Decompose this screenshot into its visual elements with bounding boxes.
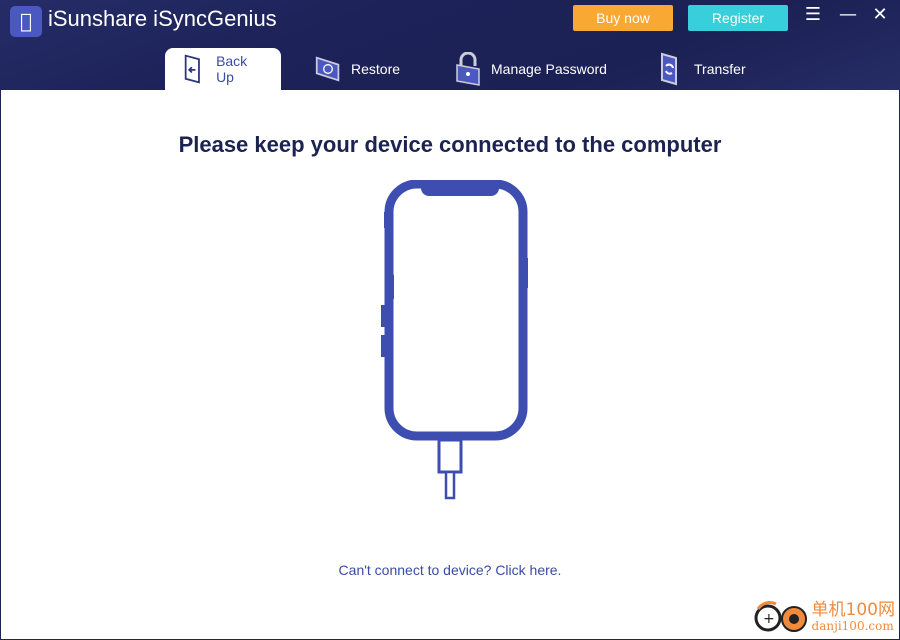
svg-text:+: + <box>763 611 775 627</box>
tab-back-up[interactable]: Back Up <box>165 48 281 90</box>
tab-label: Transfer <box>694 61 746 77</box>
cant-connect-link[interactable]: Can't connect to device? Click here. <box>1 562 899 578</box>
tab-label: Back Up <box>216 53 248 85</box>
restore-icon <box>315 56 340 82</box>
watermark-logo-icon: + <box>754 601 807 632</box>
menu-icon[interactable]: ☰ <box>801 4 825 25</box>
app-title: iSunshare iSyncGenius <box>48 6 277 31</box>
transfer-icon <box>661 52 677 86</box>
backup-icon <box>184 54 200 84</box>
tab-transfer[interactable]: Transfer <box>640 48 764 90</box>
tab-label: Manage Password <box>491 61 607 77</box>
watermark-url: danji100.com <box>811 619 894 633</box>
lock-icon <box>456 52 480 86</box>
register-button[interactable]: Register <box>688 5 788 31</box>
buy-now-button[interactable]: Buy now <box>573 5 673 31</box>
watermark-text: 单机100网 <box>811 600 895 620</box>
close-icon[interactable]: ✕ <box>868 4 892 25</box>
app-logo-icon:  <box>10 6 42 37</box>
tab-label: Restore <box>351 61 401 77</box>
phone-connection-illustration <box>381 180 528 500</box>
minimize-icon[interactable]: — <box>836 4 860 25</box>
main-panel: Please keep your device connected to the… <box>0 90 900 640</box>
title-bar:  iSunshare iSyncGenius Buy now Register… <box>0 0 900 90</box>
tab-manage-password[interactable]: Manage Password <box>437 48 625 90</box>
tab-restore[interactable]: Restore <box>297 48 418 90</box>
page-title: Please keep your device connected to the… <box>178 132 722 157</box>
watermark: + 单机100网 danji100.com <box>752 599 895 635</box>
